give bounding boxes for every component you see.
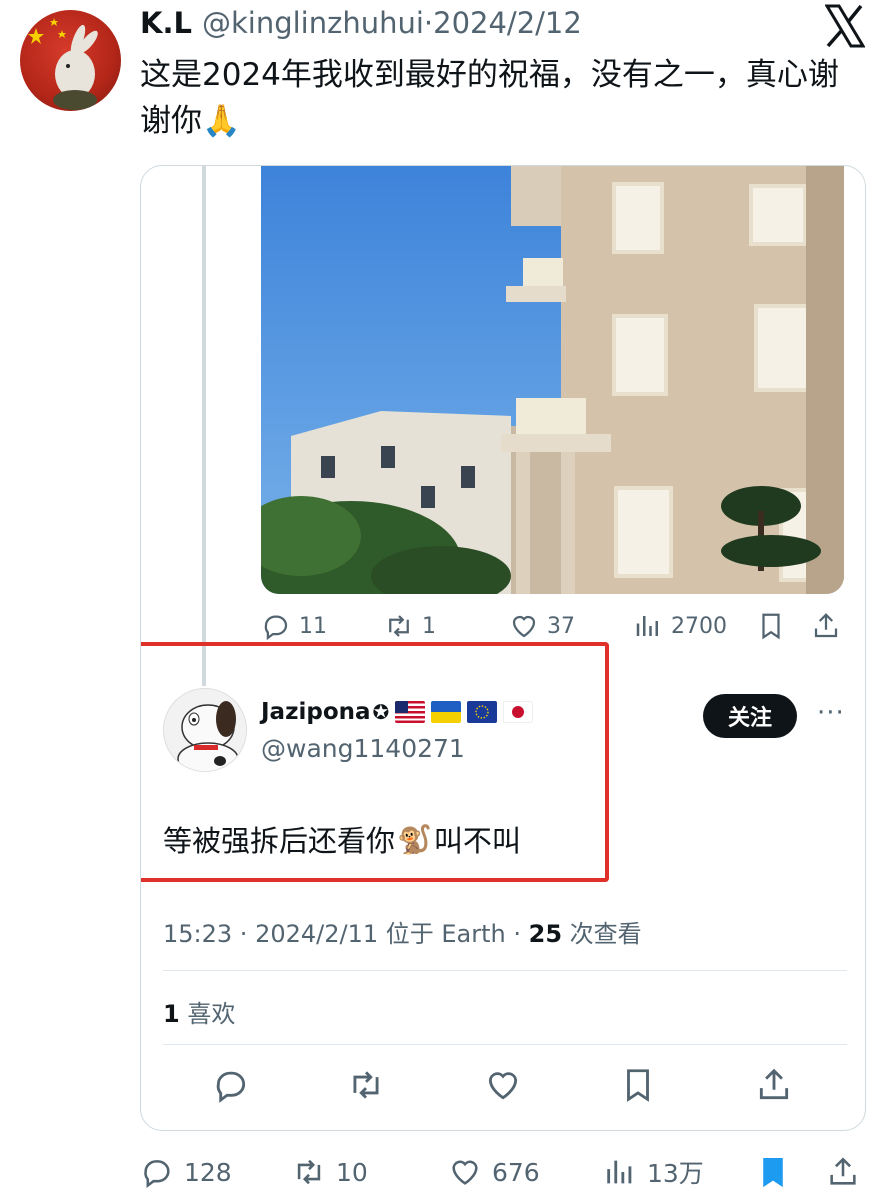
views-count: 13万	[647, 1159, 704, 1188]
embedded-views-action[interactable]: 2700	[633, 606, 727, 646]
divider	[163, 970, 847, 971]
divider	[163, 1044, 847, 1045]
heart-icon	[512, 615, 536, 638]
reply-icon	[264, 615, 288, 641]
embedded-repost-action[interactable]: 1	[384, 606, 436, 646]
author-handle[interactable]: @kinglinzhuhui·2024/2/12	[202, 6, 582, 40]
bookmark-action[interactable]	[756, 1150, 790, 1194]
bookmark-filled-icon	[763, 1157, 783, 1188]
reply-count: 11	[299, 613, 327, 639]
tweet-text: 这是2024年我收到最好的祝福，没有之一，真心谢谢你🙏	[140, 57, 839, 139]
repost-action[interactable]: 10	[292, 1150, 368, 1194]
repost-count: 1	[422, 613, 436, 639]
embedded-bookmark-action[interactable]	[756, 606, 786, 646]
us-flag-icon	[395, 701, 426, 723]
views-action[interactable]: 13万	[603, 1150, 704, 1194]
reply-action[interactable]: 128	[140, 1150, 232, 1194]
heart-icon	[452, 1160, 478, 1185]
author-header: K.L @kinglinzhuhui·2024/2/12	[140, 6, 582, 46]
share-icon	[814, 613, 838, 638]
embedded-like-action[interactable]: 37	[509, 606, 575, 646]
x-logo-icon	[824, 4, 866, 48]
share-icon	[830, 1157, 856, 1185]
share-action[interactable]	[826, 1150, 860, 1194]
reply-meta: 15:23 · 2024/2/11 位于 Earth · 25 次查看	[163, 920, 642, 948]
japan-flag-icon	[503, 701, 534, 723]
views-icon	[607, 1160, 632, 1184]
reply-author-name[interactable]: Jazipona ✪	[261, 699, 534, 725]
post-photo[interactable]	[261, 166, 844, 594]
share-icon[interactable]	[755, 1066, 793, 1104]
more-options-icon[interactable]: ···	[817, 698, 845, 728]
repost-count: 10	[336, 1157, 368, 1187]
repost-icon[interactable]	[347, 1066, 385, 1104]
reply-icon[interactable]	[212, 1066, 250, 1104]
eu-flag-icon	[467, 701, 498, 723]
reply-icon	[144, 1160, 170, 1189]
reply-avatar[interactable]	[163, 688, 247, 772]
like-count: 37	[547, 613, 575, 639]
views-icon	[636, 616, 658, 636]
repost-icon	[297, 1159, 321, 1185]
heart-icon[interactable]	[484, 1066, 522, 1104]
reply-text: 等被强拆后还看你 🐒 叫不叫	[163, 822, 521, 859]
author-name[interactable]: K.L	[140, 6, 192, 40]
like-action[interactable]: 676	[448, 1150, 540, 1194]
repost-icon	[389, 615, 409, 637]
embedded-reply-action[interactable]: 11	[261, 606, 327, 646]
follow-button[interactable]: 关注	[703, 694, 797, 738]
reply-count: 128	[184, 1157, 232, 1187]
bookmark-icon[interactable]	[619, 1066, 657, 1104]
bookmark-icon	[762, 613, 780, 640]
monkey-emoji-icon: 🐒	[397, 822, 432, 856]
like-count: 676	[492, 1157, 540, 1187]
likes-summary[interactable]: 1 喜欢	[163, 994, 235, 1029]
ukraine-flag-icon	[431, 701, 462, 723]
views-count: 2700	[671, 613, 727, 639]
embedded-share-action[interactable]	[811, 606, 841, 646]
tweet-date: 2024/2/12	[433, 6, 582, 40]
embedded-screenshot[interactable]: 11 1 37 2700 Jazipona ✪ @wang1140271 关注 …	[140, 165, 866, 1131]
badge-icon: ✪	[372, 700, 390, 724]
reply-author-handle[interactable]: @wang1140271	[261, 734, 465, 763]
author-avatar[interactable]	[20, 10, 121, 111]
reply-action-bar	[141, 1066, 865, 1106]
embedded-action-bar: 11 1 37 2700	[141, 606, 865, 646]
tweet-action-bar: 128 10 676 13万	[0, 1150, 887, 1194]
